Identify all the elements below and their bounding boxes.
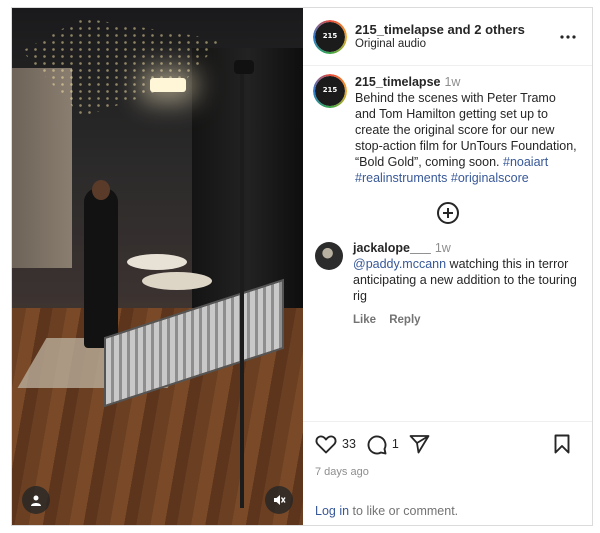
more-options-icon <box>560 34 576 39</box>
comment-username[interactable]: jackalope___ <box>353 241 431 255</box>
share-button[interactable] <box>409 434 430 454</box>
post-video[interactable] <box>12 8 303 525</box>
scene-timpani-2 <box>142 272 212 290</box>
comment-reply-button[interactable]: Reply <box>389 314 420 326</box>
scene-mic-stand <box>240 68 244 508</box>
heart-icon <box>315 435 337 454</box>
load-more-comments <box>315 202 580 224</box>
commenter-avatar[interactable] <box>315 242 343 270</box>
comment-button[interactable]: 1 <box>366 434 399 455</box>
comment-item: jackalope___ 1w @paddy.mccann watching th… <box>315 240 580 328</box>
like-button[interactable]: 33 <box>315 434 356 454</box>
caption-time[interactable]: 1w <box>444 75 460 89</box>
author-names-link[interactable]: 215_timelapse and 2 others <box>355 22 556 37</box>
scene-musician-head <box>92 180 110 200</box>
caption-avatar[interactable] <box>313 74 347 108</box>
comment-count[interactable]: 1 <box>392 437 399 451</box>
caption-username[interactable]: 215_timelapse <box>355 75 440 89</box>
more-options-button[interactable] <box>556 25 580 49</box>
login-prompt: Log in to like or comment. <box>315 504 580 518</box>
login-prompt-text: to like or comment. <box>352 504 459 518</box>
author-avatar[interactable] <box>313 19 347 54</box>
action-bar: 33 1 <box>315 432 580 456</box>
comment-actions: Like Reply <box>353 312 580 328</box>
comment-body: jackalope___ 1w @paddy.mccann watching th… <box>353 240 580 328</box>
post-footer: 33 1 7 days ago Log in to like or commen… <box>303 421 592 525</box>
comment-bubble-icon <box>367 435 387 454</box>
post-header: 215_timelapse and 2 others Original audi… <box>303 8 592 66</box>
post-caption: 215_timelapse1w Behind the scenes with P… <box>313 74 580 186</box>
scene-timpani-1 <box>127 254 187 270</box>
scene-studio-light <box>150 78 186 92</box>
user-tag-icon <box>31 495 41 506</box>
post-card: 215_timelapse and 2 others Original audi… <box>11 7 593 526</box>
mute-button[interactable] <box>265 486 293 514</box>
login-link[interactable]: Log in <box>315 504 349 518</box>
comment-like-button[interactable]: Like <box>353 314 376 326</box>
scene-microphone <box>234 60 254 74</box>
audio-link[interactable]: Original audio <box>355 37 556 52</box>
comments-section: 215_timelapse1w Behind the scenes with P… <box>303 66 592 421</box>
save-button[interactable] <box>554 434 570 454</box>
hashtag-link[interactable]: #originalscore <box>451 171 529 185</box>
scene-wall <box>12 68 72 268</box>
caption-body: 215_timelapse 1w Behind the scenes with P… <box>355 74 580 186</box>
hashtag-link[interactable]: #noaiart <box>503 155 548 169</box>
header-text: 215_timelapse and 2 others Original audi… <box>355 22 556 52</box>
speaker-muted-icon <box>274 495 286 505</box>
hashtag-link[interactable]: #realinstruments <box>355 171 447 185</box>
like-count[interactable]: 33 <box>342 437 356 451</box>
scene-musician <box>84 188 118 348</box>
tagged-users-button[interactable] <box>22 486 50 514</box>
post-date[interactable]: 7 days ago <box>315 466 580 478</box>
bookmark-icon <box>554 434 570 454</box>
comment-mention[interactable]: @paddy.mccann <box>353 257 446 271</box>
plus-circle-icon[interactable] <box>436 202 459 224</box>
comment-time[interactable]: 1w <box>435 241 451 255</box>
send-icon <box>409 435 430 454</box>
post-sidebar: 215_timelapse and 2 others Original audi… <box>303 8 592 525</box>
